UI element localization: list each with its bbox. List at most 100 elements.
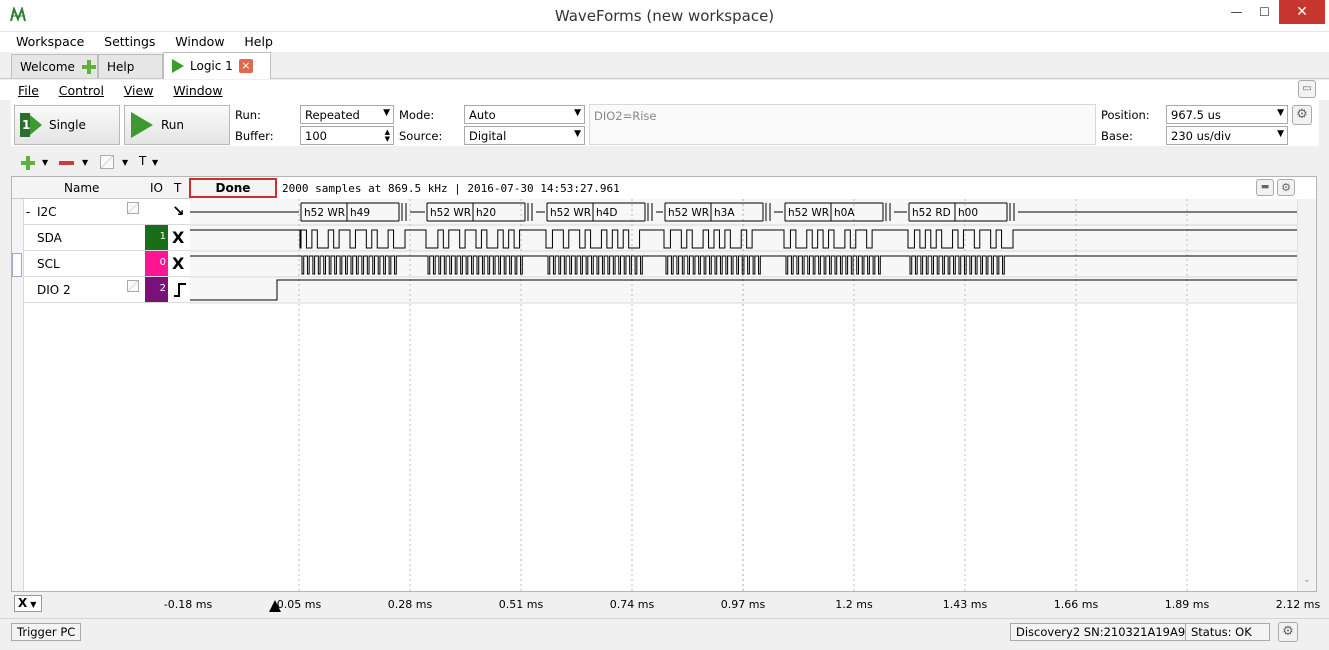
chevron-down-icon[interactable]: ▼ [42, 158, 48, 167]
chevron-down-icon[interactable]: ▼ [82, 158, 88, 167]
chevron-down-icon: ▼ [574, 108, 581, 118]
i2c-address-label: h52 WR [550, 207, 591, 219]
menu-window[interactable]: Window [175, 34, 224, 49]
channel-list-header: Name IO T [12, 177, 190, 199]
channel-row-i2c[interactable]: - I2C ↘ [24, 199, 190, 225]
status-indicator: Status: OK [1185, 623, 1270, 641]
position-select[interactable]: 967.5 us ▼ [1166, 105, 1288, 124]
tab-label: Logic 1 [190, 59, 233, 73]
gear-icon[interactable]: ⚙ [1278, 622, 1298, 642]
chevron-down-icon: ▼ [383, 108, 390, 118]
device-indicator[interactable]: Discovery2 SN:210321A19A97 [1010, 623, 1199, 641]
menu-help[interactable]: Help [244, 34, 273, 49]
edit-bus-icon[interactable] [127, 202, 139, 214]
menu-settings[interactable]: Settings [104, 34, 155, 49]
run-mode-label: Run: [235, 108, 261, 122]
buffer-value: 100 [305, 129, 327, 143]
chevron-down-icon[interactable]: ▼ [152, 158, 158, 167]
close-window-button[interactable]: ✕ [1279, 0, 1325, 24]
edit-signal-icon[interactable] [127, 280, 139, 292]
channel-row-dio2[interactable]: DIO 2 2 [24, 277, 190, 303]
buffer-stepper[interactable]: 100 ▲ ▼ [300, 126, 394, 145]
trigger-ignore-icon[interactable]: X [172, 254, 184, 273]
time-tick-label: 0.74 ms [609, 598, 655, 611]
menu-workspace[interactable]: Workspace [16, 34, 84, 49]
maximize-button[interactable]: ☐ [1251, 0, 1278, 24]
cursor-options-icon[interactable]: ▬ [1256, 179, 1274, 196]
waveform-plot[interactable]: h52 WR h49 h52 WR h20 h52 WR h4D h52 WR h3A h52 … [190, 199, 1297, 591]
buffer-label: Buffer: [235, 129, 274, 143]
add-instrument-icon[interactable] [81, 59, 97, 75]
menu-file[interactable]: File [18, 83, 39, 98]
run-button[interactable]: Run [124, 105, 230, 145]
run-mode-value: Repeated [305, 108, 360, 122]
edit-channel-icon[interactable] [100, 155, 114, 169]
vertical-scrollbar[interactable]: ⌄ [1297, 199, 1316, 591]
channel-toolbar: ▼ ▼ ▼ T ▼ [11, 150, 1319, 176]
channel-row-sda[interactable]: SDA 1 X [24, 225, 190, 251]
single-button[interactable]: 1 Single [14, 105, 120, 145]
remove-channel-icon[interactable] [59, 161, 74, 165]
trigger-mode-value: Auto [469, 108, 496, 122]
dock-window-icon[interactable]: ▭ [1298, 80, 1316, 98]
position-label: Position: [1101, 108, 1150, 122]
stepper-arrows-icon[interactable]: ▲ ▼ [385, 129, 390, 143]
i2c-address-label: h52 WR [788, 207, 829, 219]
run-label: Run [161, 118, 185, 132]
i2c-data-label: h00 [958, 207, 978, 219]
i2c-data-label: h49 [350, 207, 370, 219]
close-tab-icon[interactable]: × [238, 59, 253, 73]
trigger-ignore-icon[interactable]: X [172, 228, 184, 247]
source-label: Source: [399, 129, 443, 143]
tab-logic-1[interactable]: Logic 1 × [163, 52, 271, 79]
i2c-data-label: h4D [596, 207, 617, 219]
time-tick-label: -0.18 ms [163, 598, 213, 611]
add-channel-icon[interactable] [20, 155, 36, 171]
time-tick-label: 0.97 ms [720, 598, 766, 611]
menu-window[interactable]: Window [173, 83, 222, 98]
run-mode-select[interactable]: Repeated ▼ [300, 105, 394, 124]
minimize-button[interactable]: — [1223, 0, 1250, 24]
time-tick-label: 1.2 ms [835, 598, 873, 611]
channel-name: DIO 2 [37, 283, 71, 297]
tab-welcome[interactable]: Welcome [11, 54, 98, 78]
gear-icon[interactable]: ⚙ [1292, 105, 1312, 125]
acquisition-info: 2000 samples at 869.5 kHz | 2016-07-30 1… [282, 182, 620, 195]
time-tick-label: 1.89 ms [1164, 598, 1210, 611]
i2c-address-label: h52 WR [430, 207, 471, 219]
row-selector-handle[interactable] [12, 253, 22, 277]
svg-text:1: 1 [22, 118, 30, 132]
mode-label: Mode: [399, 108, 435, 122]
base-select[interactable]: 230 us/div ▼ [1166, 126, 1288, 145]
chevron-down-icon: ▼ [1277, 129, 1284, 139]
base-label: Base: [1101, 129, 1133, 143]
run-play-icon [131, 112, 153, 138]
acquisition-status-button[interactable]: Done [189, 178, 277, 198]
trigger-rise-icon[interactable] [172, 282, 188, 298]
trigger-pc-button[interactable]: Trigger PC [11, 623, 82, 641]
channel-name: I2C [37, 205, 57, 219]
gear-icon[interactable]: ⚙ [1277, 179, 1295, 196]
axis-selector[interactable]: X ▼ [14, 595, 42, 612]
trigger-menu-button[interactable]: T [139, 154, 146, 168]
trigger-fall-icon[interactable]: ↘ [172, 202, 185, 220]
channel-name: SDA [37, 231, 62, 245]
scroll-down-icon[interactable]: ⌄ [1303, 575, 1311, 585]
workspace-tabs: Welcome Help Logic 1 × [0, 52, 1329, 79]
single-label: Single [49, 118, 86, 132]
trigger-condition-box[interactable]: DIO2=Rise [589, 104, 1096, 145]
channel-row-scl[interactable]: SCL 0 X [24, 251, 190, 277]
window-title: WaveForms (new workspace) [554, 7, 775, 25]
trigger-source-select[interactable]: Digital ▼ [464, 126, 585, 145]
collapse-toggle[interactable]: - [26, 205, 30, 219]
tab-help[interactable]: Help [98, 54, 163, 78]
trigger-source-value: Digital [469, 129, 507, 143]
trigger-position-marker-icon[interactable] [268, 600, 282, 612]
time-tick-label: 0.51 ms [498, 598, 544, 611]
io-indicator: 0 [145, 251, 168, 276]
menu-view[interactable]: View [124, 83, 154, 98]
chevron-down-icon[interactable]: ▼ [122, 158, 128, 167]
menu-control[interactable]: Control [59, 83, 104, 98]
time-tick-label: 1.66 ms [1053, 598, 1099, 611]
trigger-mode-select[interactable]: Auto ▼ [464, 105, 585, 124]
